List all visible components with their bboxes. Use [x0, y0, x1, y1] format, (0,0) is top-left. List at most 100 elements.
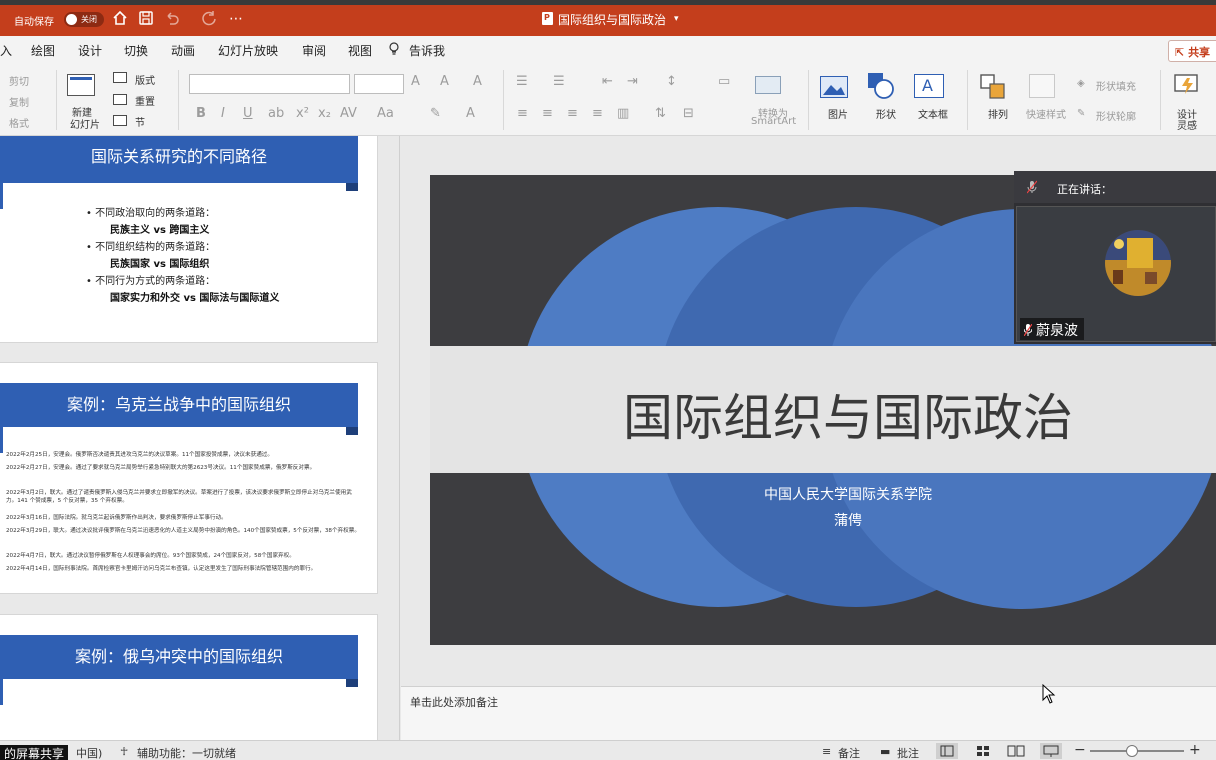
more-icon[interactable]: ⋯	[227, 10, 245, 28]
mouse-cursor-icon	[1042, 684, 1056, 704]
increase-indent-icon[interactable]: ⇥	[627, 74, 638, 89]
format-painter-button[interactable]: 格式	[9, 115, 29, 130]
textbox-icon[interactable]: A	[914, 74, 944, 98]
font-color-icon[interactable]: A	[466, 106, 475, 121]
autosave-toggle[interactable]: 关闭	[64, 12, 104, 27]
columns-dropdown-icon[interactable]: ▭	[718, 74, 730, 89]
decrease-indent-icon[interactable]: ⇤	[602, 74, 613, 89]
zoom-in-button[interactable]: +	[1189, 742, 1201, 758]
font-size-select[interactable]	[354, 74, 404, 94]
justify-icon[interactable]: ≡	[592, 106, 603, 121]
undo-icon[interactable]	[163, 10, 181, 28]
tab-view[interactable]: 视图	[348, 42, 372, 59]
quick-styles-label: 快速样式	[1026, 110, 1066, 121]
shape-outline-button[interactable]: 形状轮廓	[1096, 108, 1136, 123]
shape-fill-button[interactable]: 形状填充	[1096, 78, 1136, 93]
section-button[interactable]: 节	[135, 114, 145, 129]
copy-button[interactable]: 复制	[9, 94, 29, 109]
share-icon: ⇱	[1175, 46, 1185, 59]
bullet-item: • 不同行为方式的两条道路：	[86, 276, 216, 287]
screen-share-indicator: 的屏幕共享	[0, 745, 69, 760]
quick-styles-icon[interactable]	[1029, 74, 1055, 98]
language-status[interactable]: 中国)	[76, 745, 102, 760]
grow-font-icon[interactable]: A	[411, 74, 420, 89]
tab-draw[interactable]: 绘图	[31, 42, 55, 59]
chevron-down-icon[interactable]: ▾	[674, 14, 679, 24]
case-text-line: 2022年4月14日，国际刑事法院。首席检察官卡里姆汗访问乌克兰布查镇，认定这里…	[6, 566, 317, 572]
character-spacing-icon[interactable]: AV	[340, 106, 357, 121]
bullet-subitem: 民族主义 vs 跨国主义	[110, 225, 210, 236]
bullet-subitem: 民族国家 vs 国际组织	[110, 259, 210, 270]
picture-icon[interactable]	[820, 76, 848, 98]
comments-toggle-button[interactable]: 批注	[897, 745, 919, 760]
slideshow-view-button[interactable]	[1040, 743, 1062, 759]
smartart-icon[interactable]	[755, 76, 781, 94]
slide-thumbnail-pane[interactable]: 国际关系研究的不同路径 • 不同政治取向的两条道路： 民族主义 vs 跨国主义 …	[0, 136, 400, 740]
tell-me-search[interactable]: 告诉我	[409, 42, 445, 59]
tab-slideshow[interactable]: 幻灯片放映	[218, 42, 278, 59]
notes-toggle-button[interactable]: 备注	[838, 745, 860, 760]
case-text-line: 2022年3月29日，联大。通过决议批评俄罗斯在乌克兰迅速恶化的人道主义局势中扮…	[6, 528, 360, 534]
columns-icon[interactable]: ▥	[617, 106, 629, 121]
layout-icon	[113, 72, 127, 83]
slide-thumbnail-1[interactable]: 国际关系研究的不同路径 • 不同政治取向的两条道路： 民族主义 vs 跨国主义 …	[0, 136, 378, 343]
arrange-icon[interactable]	[980, 74, 1006, 99]
share-button[interactable]: ⇱ 共享	[1168, 40, 1216, 62]
title-bar: 自动保存 关闭 ⋯ P 国际组织与国际政治 ▾	[0, 0, 1216, 36]
slide-thumbnail-2[interactable]: 案例：乌克兰战争中的国际组织 2022年2月25日，安理会。俄罗斯否决谴责其进攻…	[0, 362, 378, 594]
slide-title[interactable]: 国际组织与国际政治	[430, 378, 1216, 450]
tab-design[interactable]: 设计	[78, 42, 102, 59]
case-text-line: 2022年3月2日，联大。通过了谴责俄罗斯入侵乌克兰并要求立即撤军的决议。草案进…	[6, 490, 352, 504]
thumb-title-banner: 案例：乌克兰战争中的国际组织	[0, 383, 358, 453]
thumb-title-banner: 国际关系研究的不同路径	[0, 136, 358, 209]
slide-subtitle[interactable]: 中国人民大学国际关系学院	[430, 484, 1216, 504]
video-tile[interactable]: 蔚泉波	[1016, 206, 1216, 342]
shape-icon[interactable]	[867, 72, 894, 99]
notes-icon: ≡	[822, 745, 832, 758]
bullets-icon[interactable]: ☰	[516, 74, 528, 89]
strikethrough-icon[interactable]: ab	[268, 106, 284, 121]
align-center-icon[interactable]: ≡	[542, 106, 553, 121]
notes-pane[interactable]: 单击此处添加备注	[401, 686, 1216, 740]
bold-icon[interactable]: B	[196, 106, 206, 121]
change-case-icon[interactable]: Aa	[377, 106, 394, 121]
ribbon-divider	[178, 70, 179, 130]
reading-view-button[interactable]	[1005, 743, 1027, 759]
home-icon[interactable]	[111, 10, 129, 28]
align-right-icon[interactable]: ≡	[567, 106, 578, 121]
italic-icon[interactable]: I	[221, 106, 225, 121]
accessibility-status[interactable]: 辅助功能：一切就绪	[137, 745, 236, 760]
slide-author[interactable]: 蒲俜	[430, 510, 1216, 530]
clear-format-icon[interactable]: A	[473, 74, 482, 89]
tab-animations[interactable]: 动画	[171, 42, 195, 59]
align-left-icon[interactable]: ≡	[517, 106, 528, 121]
tab-insert[interactable]: 入	[0, 42, 12, 59]
subscript-icon[interactable]: x₂	[318, 106, 331, 121]
slide-thumbnail-3[interactable]: 案例：俄乌冲突中的国际组织	[0, 614, 378, 740]
reset-button[interactable]: 重置	[135, 93, 155, 108]
new-slide-icon[interactable]	[67, 74, 95, 96]
shrink-font-icon[interactable]: A	[440, 74, 449, 89]
line-spacing-icon[interactable]: ↕	[666, 74, 677, 89]
layout-button[interactable]: 版式	[135, 72, 155, 87]
redo-icon[interactable]	[200, 10, 218, 28]
superscript-icon[interactable]: x²	[296, 106, 309, 121]
accessibility-icon: ☥	[120, 745, 129, 758]
normal-view-button[interactable]	[936, 743, 958, 759]
save-icon[interactable]	[137, 10, 155, 28]
notes-placeholder[interactable]: 单击此处添加备注	[410, 694, 498, 710]
underline-icon[interactable]: U	[243, 106, 253, 121]
zoom-slider-handle[interactable]	[1126, 745, 1138, 757]
tab-review[interactable]: 审阅	[302, 42, 326, 59]
zoom-out-button[interactable]: −	[1074, 742, 1086, 758]
designer-icon[interactable]	[1172, 72, 1202, 100]
text-direction-icon[interactable]: ⇅	[655, 106, 666, 121]
slide-sorter-view-button[interactable]	[972, 743, 994, 759]
font-family-select[interactable]	[189, 74, 350, 94]
numbering-icon[interactable]: ☰	[553, 74, 565, 89]
speaking-label: 正在讲话：	[1057, 183, 1112, 196]
highlighter-icon[interactable]: ✎	[430, 106, 441, 121]
cut-button[interactable]: 剪切	[9, 73, 29, 88]
align-text-icon[interactable]: ⊟	[683, 106, 694, 121]
tab-transitions[interactable]: 切换	[124, 42, 148, 59]
